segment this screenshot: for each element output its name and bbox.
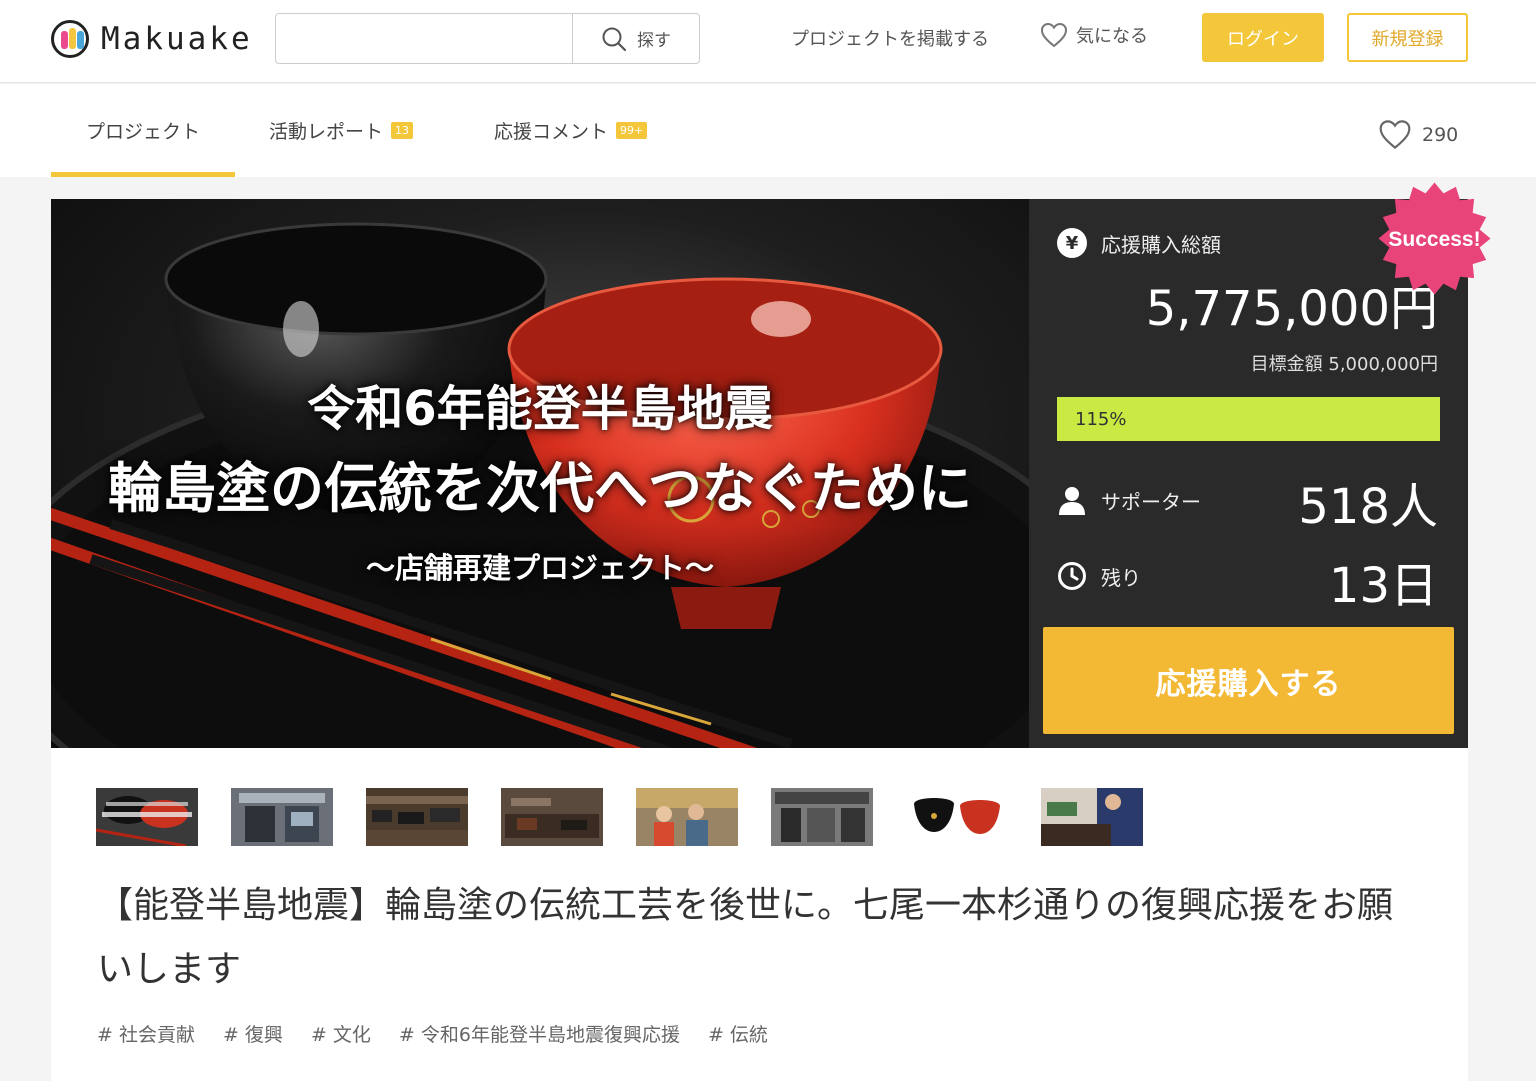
total-amount-label-row: ¥ 応援購入総額 [1057,228,1221,258]
count-badge: 99+ [616,122,648,139]
login-button[interactable]: ログイン [1202,13,1324,62]
tab-label: 活動レポート [269,121,384,143]
supporters-value: 518人 [1298,479,1438,535]
like-count: 290 [1422,123,1459,146]
remaining-row: 残り [1057,561,1141,591]
thumbnail-4[interactable] [501,788,603,846]
makuake-logo[interactable]: Makuake [51,20,253,58]
progress-fill: 115% [1057,397,1440,441]
hero-title-line-3: 〜店舗再建プロジェクト〜 [365,551,714,585]
thumbnail-3[interactable] [366,788,468,846]
tab-label: 応援コメント [494,121,609,143]
post-project-link[interactable]: プロジェクトを掲載する [791,25,989,51]
tab-label: プロジェクト [85,121,200,143]
supporters-label: サポーター [1101,489,1201,514]
thumbnail-8[interactable] [1041,788,1143,846]
project-content: 【能登半島地震】輪島塗の伝統工芸を後世に。七尾一本杉通りの復興応援をお願いします… [51,748,1468,1081]
favorites-label: 気になる [1076,26,1148,47]
logo-mark-icon [51,20,89,58]
hero-title-line-1: 令和6年能登半島地震 [307,381,773,437]
heart-icon [1040,22,1068,48]
thumbnail-2[interactable] [231,788,333,846]
search-input[interactable] [276,14,572,63]
site-header: Makuake 探す プロジェクトを掲載する 気になる ログイン 新規登録 [0,0,1536,83]
thumbnail-6[interactable] [771,788,873,846]
project-title: 【能登半島地震】輪島塗の伝統工芸を後世に。七尾一本杉通りの復興応援をお願いします [97,885,1394,990]
goal-amount: 目標金額 5,000,000円 [1250,354,1438,375]
remaining-value: 13日 [1328,558,1438,614]
tag-link[interactable]: # 社会貢献 [97,1020,195,1047]
tab-project[interactable]: プロジェクト [51,84,235,177]
favorites-link[interactable]: 気になる [1040,22,1148,48]
yen-icon: ¥ [1057,228,1087,258]
count-badge: 13 [391,122,414,139]
thumbnail-5[interactable] [636,788,738,846]
hero-title-line-2: 輪島塗の伝統を次代へつなぐために [108,457,972,520]
clock-icon [1058,562,1086,590]
tag-link[interactable]: # 復興 [223,1020,283,1047]
heart-icon [1379,120,1411,149]
signup-button[interactable]: 新規登録 [1347,13,1468,62]
tab-activity-report[interactable]: 活動レポート 13 [269,84,414,177]
total-amount-label: 応援購入総額 [1101,232,1221,257]
search-button-label: 探す [637,31,671,51]
tag-link[interactable]: # 伝統 [708,1020,768,1047]
logo-text: Makuake [101,21,253,57]
hero-image: 令和6年能登半島地震 輪島塗の伝統を次代へつなぐために 〜店舗再建プロジェクト〜 [51,199,1029,748]
like-button[interactable]: 290 [1378,119,1458,150]
supporters-row: サポーター [1057,485,1201,515]
tag-link[interactable]: # 文化 [311,1020,371,1047]
person-icon [1059,487,1085,515]
tag-link[interactable]: # 令和6年能登半島地震復興応援 [399,1020,680,1047]
remaining-label: 残り [1101,565,1141,590]
starburst-icon: Success! [1378,182,1491,295]
tab-support-comments[interactable]: 応援コメント 99+ [494,84,648,177]
success-badge-text: Success! [1388,228,1480,251]
search-bar: 探す [275,13,700,64]
progress-percent: 115% [1075,408,1127,430]
tag-list: # 社会貢献 # 復興 # 文化 # 令和6年能登半島地震復興応援 # 伝統 [97,1020,768,1047]
search-button[interactable]: 探す [572,14,699,63]
success-badge: Success! [1378,182,1491,295]
funding-progress-bar: 115% [1057,397,1440,441]
thumbnail-1[interactable] [96,788,198,846]
support-purchase-button[interactable]: 応援購入する [1043,627,1454,734]
project-tabs: プロジェクト 活動レポート 13 応援コメント 99+ [0,84,1536,177]
search-icon [602,27,627,51]
thumbnail-7[interactable] [906,788,1008,846]
